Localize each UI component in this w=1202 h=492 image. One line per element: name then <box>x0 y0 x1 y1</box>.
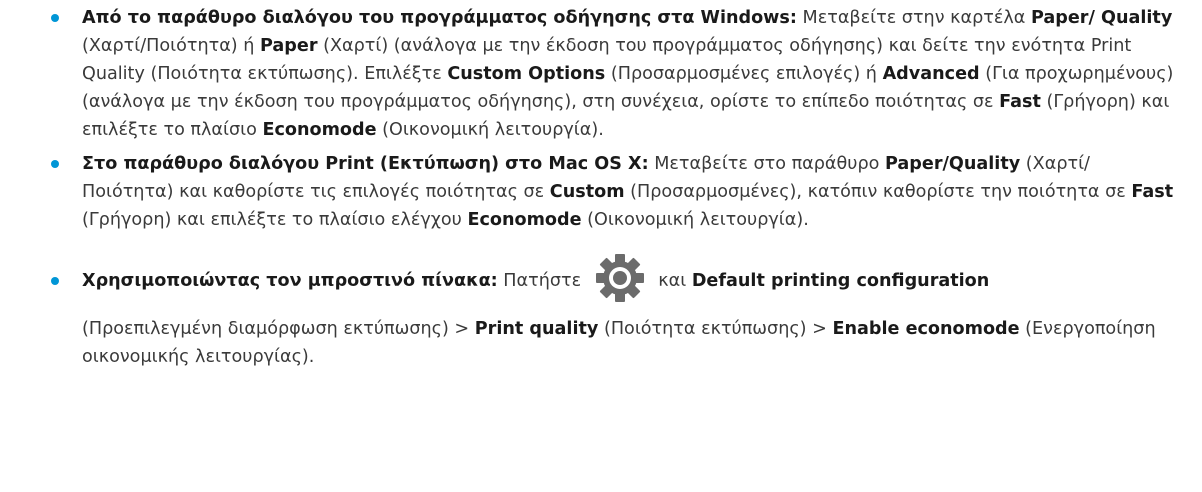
text-run: (Προσαρμοσμένες επιλογές) ή <box>605 64 883 84</box>
text-run: (Οικονομική λειτουργία). <box>581 210 809 230</box>
ui-term: Paper <box>260 36 318 56</box>
ui-term: Custom <box>549 182 625 202</box>
ui-term: Advanced <box>882 64 980 84</box>
bullet-text: Στο παράθυρο διαλόγου Print (Εκτύπωση) σ… <box>82 150 1181 234</box>
bullet-lead: Χρησιμοποιώντας τον μπροστινό πίνακα: <box>82 271 498 291</box>
ui-term: Paper/ Quality <box>1030 8 1173 28</box>
ui-term: Default printing configuration <box>691 271 990 291</box>
gear-icon <box>591 251 649 305</box>
ui-term: Enable economode <box>832 319 1020 339</box>
text-run: (Προεπιλεγμένη διαμόρφωση εκτύπωσης) > <box>82 319 475 339</box>
text-run: (Χαρτί/Ποιότητα) ή <box>82 36 260 56</box>
bullet-text: Χρησιμοποιώντας τον μπροστινό πίνακα: Πα… <box>82 254 1181 371</box>
ui-term: Custom Options <box>447 64 606 84</box>
ui-term: Paper/Quality <box>885 154 1021 174</box>
text-run: (Οικονομική λειτουργία). <box>376 120 604 140</box>
ui-term: Economode <box>467 210 582 230</box>
bullet-dot <box>51 160 59 168</box>
text-run: Μεταβείτε στην καρτέλα <box>796 8 1031 28</box>
ui-term: Economode <box>262 120 377 140</box>
bullet-dot <box>51 277 59 285</box>
bullet-lead: Στο παράθυρο διαλόγου Print (Εκτύπωση) σ… <box>82 154 649 174</box>
ui-term: Fast <box>999 92 1041 112</box>
bullet-dot <box>51 14 59 22</box>
text-run: Πατήστε <box>497 271 587 291</box>
ui-term: Fast <box>1131 182 1174 202</box>
text-run: (Ποιότητα εκτύπωσης) > <box>598 319 833 339</box>
bullet-text: Από το παράθυρο διαλόγου του προγράμματο… <box>82 4 1181 144</box>
front-panel-continuation: (Προεπιλεγμένη διαμόρφωση εκτύπωσης) > P… <box>82 315 1181 371</box>
text-run: και <box>652 271 692 291</box>
bullet-lead: Από το παράθυρο διαλόγου του προγράμματο… <box>82 8 797 28</box>
ui-term: Print quality <box>474 319 599 339</box>
front-panel-first-line: Χρησιμοποιώντας τον μπροστινό πίνακα: Πα… <box>82 254 1181 302</box>
text-run: (Γρήγορη) και επιλέξτε το πλαίσιο ελέγχο… <box>82 210 468 230</box>
text-run: (Προσαρμοσμένες), κατόπιν καθορίστε την … <box>624 182 1132 202</box>
text-run: Μεταβείτε στο παράθυρο <box>648 154 885 174</box>
